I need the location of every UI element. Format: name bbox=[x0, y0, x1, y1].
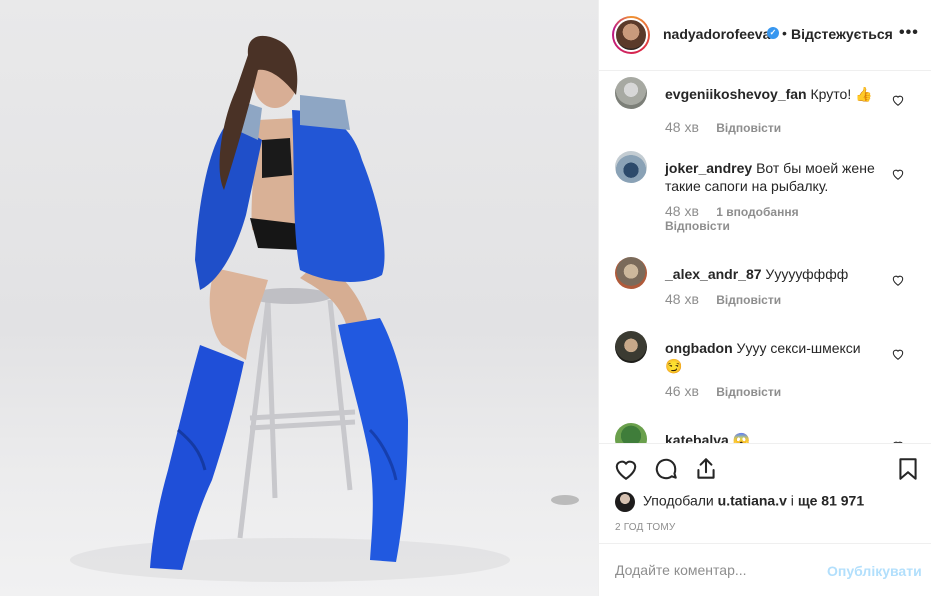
following-button[interactable]: Відстежується bbox=[791, 26, 893, 42]
comment-likes-count[interactable]: 1 вподобання bbox=[716, 205, 798, 219]
commenter-username[interactable]: evgeniikoshevoy_fan bbox=[665, 86, 807, 102]
comment-like-heart-icon[interactable] bbox=[891, 167, 905, 181]
commenter-avatar[interactable] bbox=[615, 77, 647, 109]
comment-text: Круто! 👍 bbox=[810, 86, 873, 102]
reply-button[interactable]: Відповісти bbox=[665, 219, 730, 233]
post-comment-button[interactable]: Опублікувати bbox=[827, 563, 922, 579]
liker-avatar[interactable] bbox=[615, 492, 635, 512]
comment-text: 😱 bbox=[732, 432, 751, 443]
comment-text: Уууууфффф bbox=[765, 266, 849, 282]
post-header: nadyadorofeeva ✓ • Відстежується ••• bbox=[599, 0, 931, 71]
comment-like-heart-icon[interactable] bbox=[891, 347, 905, 361]
post-actions: Уподобали u.tatiana.v і ще 81 971 2 ГОД … bbox=[599, 443, 931, 543]
liker-username[interactable]: u.tatiana.v bbox=[718, 493, 787, 509]
likes-summary: Уподобали u.tatiana.v і ще 81 971 bbox=[615, 492, 864, 512]
comment-time: 48 хв bbox=[665, 291, 699, 307]
likes-count[interactable]: ще 81 971 bbox=[798, 493, 864, 509]
bookmark-icon[interactable] bbox=[895, 456, 921, 482]
post-timestamp[interactable]: 2 ГОД ТОМУ bbox=[615, 522, 675, 533]
commenter-avatar[interactable] bbox=[615, 423, 647, 443]
commenter-username[interactable]: joker_andrey bbox=[665, 160, 752, 176]
commenter-username[interactable]: _alex_andr_87 bbox=[665, 266, 762, 282]
commenter-username[interactable]: katebalva bbox=[665, 432, 729, 443]
header-separator: • bbox=[782, 25, 787, 41]
commenter-avatar[interactable] bbox=[615, 151, 647, 183]
likes-conjunction: і bbox=[790, 492, 794, 509]
comment-icon[interactable] bbox=[653, 456, 679, 482]
post-sidebar: nadyadorofeeva ✓ • Відстежується ••• evg… bbox=[598, 0, 931, 596]
likes-prefix: Уподобали bbox=[643, 492, 714, 509]
commenter-avatar[interactable] bbox=[615, 257, 647, 289]
share-icon[interactable] bbox=[693, 456, 719, 482]
reply-button[interactable]: Відповісти bbox=[716, 121, 781, 135]
comment-like-heart-icon[interactable] bbox=[891, 93, 905, 107]
comment-like-heart-icon[interactable] bbox=[891, 273, 905, 287]
heart-icon[interactable] bbox=[613, 456, 639, 482]
commenter-avatar[interactable] bbox=[615, 331, 647, 363]
more-options-icon[interactable]: ••• bbox=[899, 24, 919, 42]
author-avatar[interactable] bbox=[612, 16, 650, 54]
photo-illustration bbox=[70, 35, 579, 582]
comment-time: 48 хв bbox=[665, 119, 699, 135]
add-comment-bar: Опублікувати bbox=[599, 543, 931, 596]
comment-time: 46 хв bbox=[665, 383, 699, 399]
comment-time: 48 хв bbox=[665, 203, 699, 219]
verified-badge-icon: ✓ bbox=[767, 27, 779, 39]
reply-button[interactable]: Відповісти bbox=[716, 293, 781, 307]
author-username[interactable]: nadyadorofeeva bbox=[663, 26, 770, 42]
comment-input[interactable] bbox=[615, 558, 815, 582]
post-photo[interactable] bbox=[0, 0, 598, 596]
commenter-username[interactable]: ongbadon bbox=[665, 340, 733, 356]
reply-button[interactable]: Відповісти bbox=[716, 385, 781, 399]
comments-list[interactable]: evgeniikoshevoy_fan Круто! 👍 48 хв Відпо… bbox=[599, 71, 931, 443]
